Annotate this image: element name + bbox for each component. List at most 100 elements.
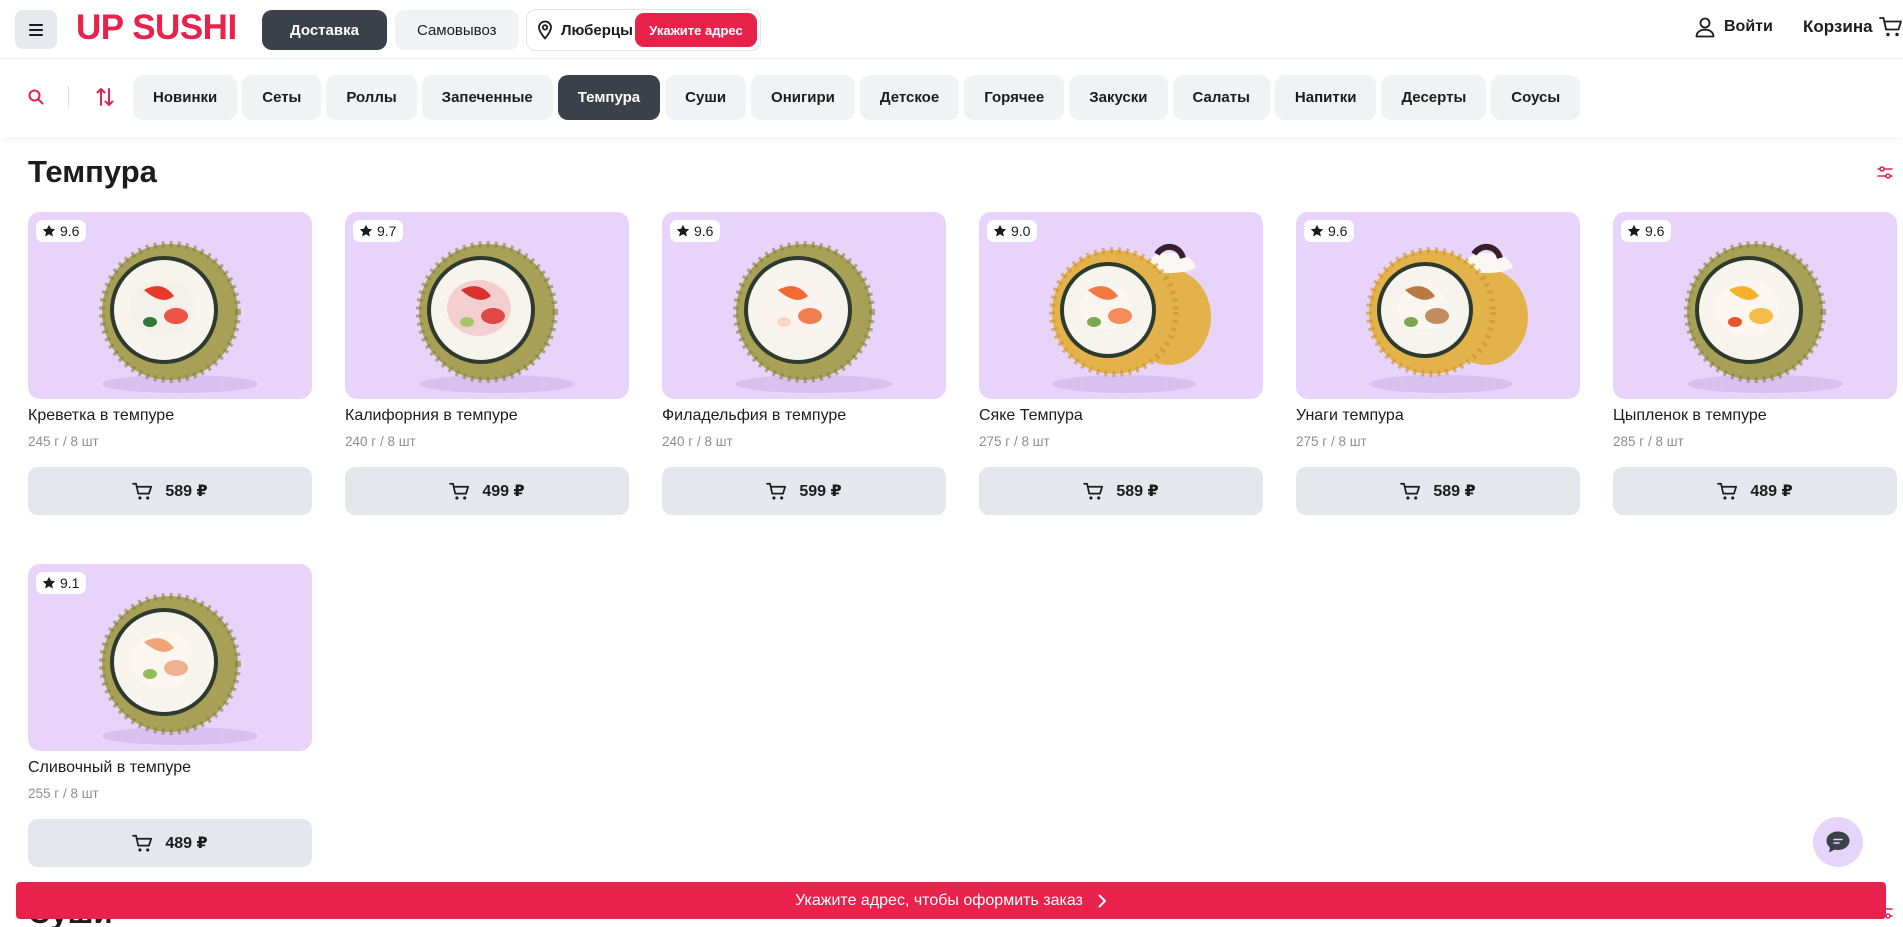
rating-badge: 9.0 (987, 220, 1038, 242)
product-price: 589 ₽ (1116, 483, 1159, 500)
star-icon (42, 224, 56, 237)
add-to-cart-button[interactable]: 589 ₽ (28, 467, 312, 515)
category-tabs: Новинки Сеты Роллы Запеченные Темпура Суши Они… (133, 75, 1581, 120)
product-card[interactable]: 9.6 Филадельфия в темпуре 240 г / 8 шт 599 … (662, 212, 946, 515)
product-name[interactable]: Сяке Темпура (979, 406, 1263, 426)
category-bar: Новинки Сеты Роллы Запеченные Темпура Суши Они… (0, 60, 1903, 137)
tab-category[interactable]: Горячее (964, 75, 1065, 120)
product-weight: 275 г / 8 шт (1296, 434, 1367, 449)
site-header: UP SUSHI Доставка Самовывоз Люберцы Укаж… (0, 0, 1903, 59)
rating-value: 9.1 (60, 575, 80, 591)
product-name[interactable]: Калифорния в темпуре (345, 406, 629, 426)
rating-value: 9.6 (60, 223, 80, 239)
add-to-cart-button[interactable]: 499 ₽ (345, 467, 629, 515)
chat-button[interactable] (1813, 817, 1863, 867)
divider (68, 86, 69, 108)
tab-category[interactable]: Запеченные (421, 75, 553, 120)
filter-icon[interactable] (1877, 165, 1893, 181)
product-weight: 285 г / 8 шт (1613, 434, 1684, 449)
rating-value: 9.0 (1011, 223, 1031, 239)
product-image-area[interactable]: 9.6 (28, 212, 312, 399)
star-icon (676, 224, 690, 237)
chat-icon (1826, 831, 1850, 853)
cart-icon (132, 482, 153, 500)
star-icon (359, 224, 373, 237)
add-to-cart-button[interactable]: 599 ₽ (662, 467, 946, 515)
pickup-button[interactable]: Самовывоз (394, 10, 519, 50)
tab-category[interactable]: Салаты (1172, 75, 1270, 120)
user-icon (1695, 17, 1715, 38)
tab-category[interactable]: Роллы (326, 75, 417, 120)
product-image-area[interactable]: 9.1 (28, 564, 312, 751)
product-weight: 240 г / 8 шт (662, 434, 733, 449)
sort-icon[interactable] (96, 86, 114, 108)
product-image-area[interactable]: 9.6 (1613, 212, 1897, 399)
rating-badge: 9.7 (353, 220, 404, 242)
add-to-cart-button[interactable]: 589 ₽ (1296, 467, 1580, 515)
product-name[interactable]: Унаги темпура (1296, 406, 1580, 426)
star-icon (1310, 224, 1324, 237)
product-image-area[interactable]: 9.0 (979, 212, 1263, 399)
add-to-cart-button[interactable]: 489 ₽ (1613, 467, 1897, 515)
cart-link[interactable]: Корзина (1803, 16, 1903, 38)
rating-value: 9.7 (377, 223, 397, 239)
specify-address-button[interactable]: Укажите адрес (635, 13, 757, 47)
product-card[interactable]: 9.6 Креветка в темпуре 245 г / 8 шт 589 ₽ (28, 212, 312, 515)
tab-category[interactable]: Соусы (1491, 75, 1581, 120)
product-card[interactable]: 9.6 Цыпленок в темпуре 285 г / 8 шт 489 ₽ (1613, 212, 1897, 515)
product-price: 589 ₽ (1433, 483, 1476, 500)
logo[interactable]: UP SUSHI (76, 8, 237, 48)
delivery-mode-switch: Доставка Самовывоз (262, 10, 519, 50)
tab-category[interactable]: Десерты (1381, 75, 1487, 120)
product-price: 489 ₽ (1750, 483, 1793, 500)
search-icon[interactable] (27, 88, 45, 106)
product-weight: 240 г / 8 шт (345, 434, 416, 449)
rating-value: 9.6 (1328, 223, 1348, 239)
tab-category[interactable]: Напитки (1274, 75, 1377, 120)
product-card[interactable]: 9.7 Калифорния в темпуре 240 г / 8 шт 499 ₽ (345, 212, 629, 515)
tab-category[interactable]: Сеты (242, 75, 322, 120)
star-icon (993, 224, 1007, 237)
cart-label: Корзина (1803, 17, 1873, 36)
product-image-area[interactable]: 9.7 (345, 212, 629, 399)
tab-category[interactable]: Темпура (557, 75, 661, 120)
product-card[interactable]: 9.6 Унаги темпура 275 г / 8 шт 589 ₽ (1296, 212, 1580, 515)
product-weight: 245 г / 8 шт (28, 434, 99, 449)
location-pin-icon (538, 20, 552, 40)
product-name[interactable]: Цыпленок в темпуре (1613, 406, 1897, 426)
login-label: Войти (1724, 18, 1773, 35)
rating-value: 9.6 (694, 223, 714, 239)
star-icon (42, 576, 56, 589)
product-price: 589 ₽ (165, 483, 208, 500)
city-name: Люберцы (561, 21, 633, 39)
chevron-right-icon (1098, 894, 1106, 907)
cart-icon (1717, 482, 1738, 500)
order-address-label: Укажите адрес, чтобы оформить заказ (795, 891, 1083, 909)
tab-category[interactable]: Суши (665, 75, 747, 120)
tab-category[interactable]: Закуски (1069, 75, 1168, 120)
login-link[interactable]: Войти (1694, 16, 1773, 38)
tab-category[interactable]: Детское (859, 75, 960, 120)
menu-button[interactable] (15, 10, 57, 49)
hamburger-icon (29, 23, 43, 36)
product-name[interactable]: Сливочный в темпуре (28, 758, 312, 778)
rating-badge: 9.6 (36, 220, 87, 242)
product-image-area[interactable]: 9.6 (1296, 212, 1580, 399)
product-name[interactable]: Креветка в темпуре (28, 406, 312, 426)
product-card[interactable]: 9.1 Сливочный в темпуре 255 г / 8 шт 489 ₽ (28, 564, 312, 867)
add-to-cart-button[interactable]: 589 ₽ (979, 467, 1263, 515)
delivery-button[interactable]: Доставка (262, 10, 387, 50)
cart-icon (1083, 482, 1104, 500)
product-card[interactable]: 9.0 Сяке Темпура 275 г / 8 шт 589 ₽ (979, 212, 1263, 515)
rating-badge: 9.1 (36, 572, 87, 594)
order-address-bar[interactable]: Укажите адрес, чтобы оформить заказ (16, 882, 1886, 919)
tab-category[interactable]: Новинки (133, 75, 238, 120)
rating-badge: 9.6 (1621, 220, 1672, 242)
city-selector[interactable]: Люберцы Укажите адрес (526, 9, 761, 51)
section-title: Темпура (28, 154, 157, 189)
add-to-cart-button[interactable]: 489 ₽ (28, 819, 312, 867)
rating-badge: 9.6 (670, 220, 721, 242)
product-image-area[interactable]: 9.6 (662, 212, 946, 399)
tab-category[interactable]: Онигири (751, 75, 855, 120)
product-name[interactable]: Филадельфия в темпуре (662, 406, 946, 426)
